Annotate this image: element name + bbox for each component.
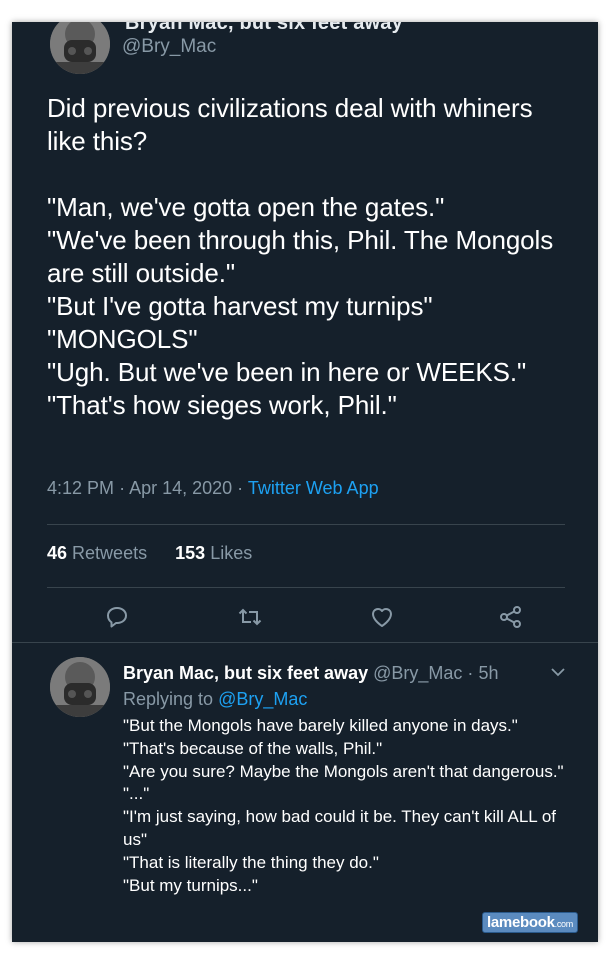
author-name[interactable]: Bryan Mac, but six feet away: [125, 22, 403, 35]
divider: [47, 587, 565, 588]
source-app-link[interactable]: Twitter Web App: [248, 478, 379, 498]
reply-body: "But the Mongols have barely killed anyo…: [123, 716, 564, 895]
reply-author-name[interactable]: Bryan Mac, but six feet away: [123, 663, 368, 683]
likes-count: 153: [175, 543, 206, 563]
watermark-suffix: .com: [554, 919, 574, 929]
reply-icon[interactable]: [104, 604, 130, 630]
share-icon[interactable]: [498, 604, 524, 630]
separator: ·: [467, 663, 474, 683]
author-handle[interactable]: @Bry_Mac: [122, 36, 216, 58]
separator: ·: [119, 478, 126, 498]
retweet-icon[interactable]: [237, 604, 263, 630]
reply-header: Bryan Mac, but six feet away @Bry_Mac · …: [123, 663, 498, 684]
tweet-card: Bryan Mac, but six feet away @Bry_Mac Di…: [12, 22, 598, 942]
retweets-count: 46: [47, 543, 68, 563]
watermark-text: lamebook: [487, 914, 555, 931]
profile-photo-icon: [50, 22, 110, 74]
separator: ·: [237, 478, 244, 498]
watermark-logo: lamebook.com: [482, 912, 578, 933]
retweets-label: Retweets: [72, 543, 148, 563]
tweet-time[interactable]: 4:12 PM: [47, 478, 114, 498]
replying-mention-link[interactable]: @Bry_Mac: [218, 689, 307, 709]
tweet-date[interactable]: Apr 14, 2020: [129, 478, 232, 498]
tweet-body: Did previous civilizations deal with whi…: [47, 93, 554, 420]
avatar[interactable]: [50, 22, 110, 74]
tweet-stats: 46 Retweets 153 Likes: [47, 543, 252, 564]
retweets-stat[interactable]: 46 Retweets: [47, 543, 147, 563]
tweet-meta: 4:12 PM · Apr 14, 2020 · Twitter Web App: [47, 478, 379, 499]
divider: [47, 524, 565, 525]
chevron-down-icon[interactable]: [550, 665, 566, 677]
reply-author-handle[interactable]: @Bry_Mac: [373, 663, 462, 683]
tweet-actions: [12, 604, 598, 634]
profile-photo-icon: [50, 657, 110, 717]
heart-icon[interactable]: [369, 604, 395, 630]
likes-stat[interactable]: 153 Likes: [175, 543, 252, 563]
replying-to: Replying to @Bry_Mac: [123, 689, 307, 710]
reply-avatar[interactable]: [50, 657, 110, 717]
reply-time[interactable]: 5h: [478, 663, 498, 683]
likes-label: Likes: [210, 543, 253, 563]
divider: [12, 642, 598, 643]
replying-label: Replying to: [123, 689, 214, 709]
